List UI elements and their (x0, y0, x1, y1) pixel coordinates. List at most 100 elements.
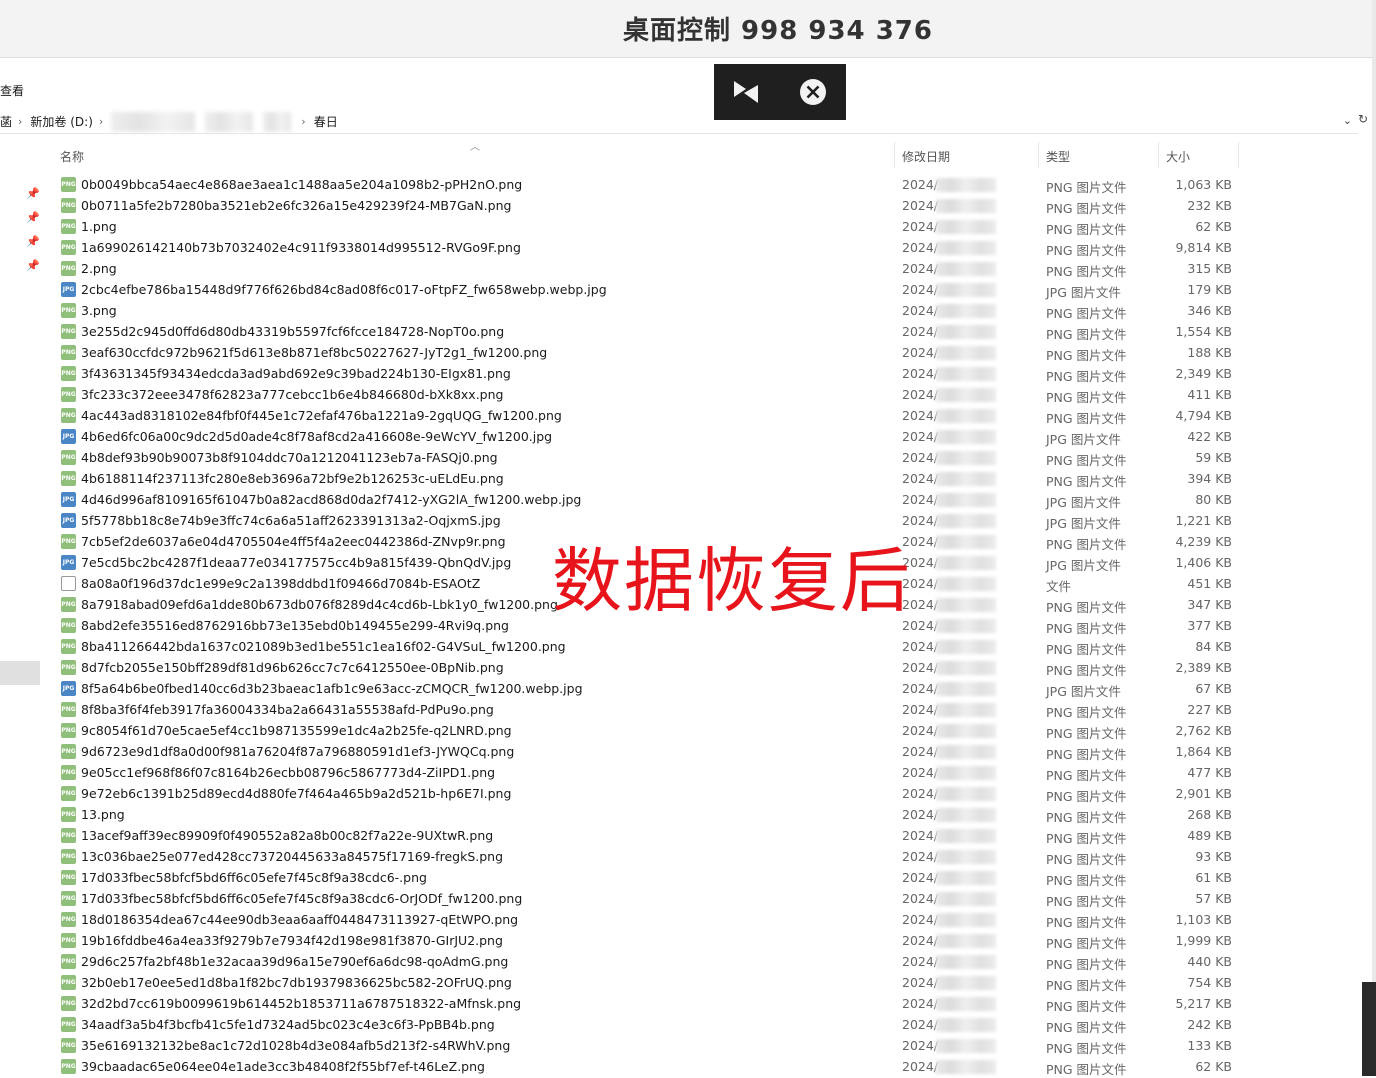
file-row[interactable]: PNG 32b0eb17e0ee5ed1d8ba1f82bc7db19379836… (44, 972, 1244, 993)
file-row[interactable]: JPG 4d46d996af8109165f61047b0a82acd868d0d… (44, 489, 1244, 510)
file-name: 8f8ba3f6f4feb3917fa36004334ba2a66431a555… (81, 702, 494, 717)
redacted-date (936, 1018, 996, 1032)
file-type: PNG 图片文件 (1046, 663, 1127, 678)
chevron-down-icon[interactable]: ⌄ (1343, 114, 1352, 127)
column-name[interactable]: 名称 (60, 148, 84, 165)
file-row[interactable]: JPG 4b6ed6fc06a00c9dc2d5d0ade4c8f78af8cd2… (44, 426, 1244, 447)
redacted-date (936, 283, 996, 297)
file-row[interactable]: PNG 9d6723e9d1df8a0d00f981a76204f87a79688… (44, 741, 1244, 762)
file-row[interactable]: PNG 8ba411266442bda1637c021089b3ed1be551c… (44, 636, 1244, 657)
file-row[interactable]: PNG 3e255d2c945d0ffd6d80db43319b5597fcf6f… (44, 321, 1244, 342)
file-name: 3f43631345f93434edcda3ad9abd692e9c39bad2… (81, 366, 511, 381)
file-row[interactable]: PNG 3.png 2024/PNG 图片文件 346 KB (44, 300, 1244, 321)
redacted-date (936, 1060, 996, 1074)
redacted-date (936, 367, 996, 381)
file-type: PNG 图片文件 (1046, 726, 1127, 741)
redacted-date (936, 199, 996, 213)
file-row[interactable]: PNG 9e72eb6c1391b25d89ecd4d880fe7f464a465… (44, 783, 1244, 804)
file-row[interactable]: PNG 8f8ba3f6f4feb3917fa36004334ba2a66431a… (44, 699, 1244, 720)
redacted-date (936, 682, 996, 696)
file-row[interactable]: PNG 0b0711a5fe2b7280ba3521eb2e6fc326a15e4… (44, 195, 1244, 216)
redacted-date (936, 787, 996, 801)
file-size: 346 KB (1187, 303, 1232, 318)
file-row[interactable]: PNG 1a699026142140b73b7032402e4c911f93380… (44, 237, 1244, 258)
scrollbar-thumb[interactable] (1362, 982, 1376, 1076)
file-size: 451 KB (1187, 576, 1232, 591)
navigation-selected-item[interactable] (0, 661, 40, 685)
file-type: PNG 图片文件 (1046, 936, 1127, 951)
file-row[interactable]: PNG 3eaf630ccfdc972b9621f5d613e8b871ef8bc… (44, 342, 1244, 363)
file-row[interactable]: PNG 9e05cc1ef968f86f07c8164b26ecbb08796c5… (44, 762, 1244, 783)
redacted-date (936, 913, 996, 927)
column-date[interactable]: 修改日期 (902, 148, 950, 165)
file-row[interactable]: PNG 35e6169132132be8ac1c72d1028b4d3e084af… (44, 1035, 1244, 1056)
file-type: PNG 图片文件 (1046, 348, 1127, 363)
file-row[interactable]: PNG 19b16fddbe46a4ea33f9279b7e7934f42d198… (44, 930, 1244, 951)
file-row[interactable]: PNG 3fc233c372eee3478f62823a777cebcc1b6e4… (44, 384, 1244, 405)
png-file-icon: PNG (61, 1059, 76, 1074)
column-divider[interactable] (1238, 142, 1239, 168)
file-row[interactable]: PNG 17d033fbec58bfcf5bd6ff6c05efe7f45c8f9… (44, 888, 1244, 909)
file-size: 1,554 KB (1175, 324, 1232, 339)
file-row[interactable]: PNG 29d6c257fa2bf48b1e32acaa39d96a15e790e… (44, 951, 1244, 972)
redacted-date (936, 430, 996, 444)
file-type: PNG 图片文件 (1046, 768, 1127, 783)
column-divider[interactable] (1158, 142, 1159, 168)
png-file-icon: PNG (61, 702, 76, 717)
file-row[interactable]: PNG 32d2bd7cc619b0099619b614452b1853711a6… (44, 993, 1244, 1014)
redacted-date (936, 409, 996, 423)
breadcrumb-drive[interactable]: 新加卷 (D:) (30, 113, 92, 130)
file-row[interactable]: JPG 8f5a64b6be0fbed140cc6d3b23baeac1afb1c… (44, 678, 1244, 699)
file-size: 347 KB (1187, 597, 1232, 612)
address-bar[interactable]: 菡 › 新加卷 (D:) › › 春日 ⌄ (0, 110, 1358, 134)
file-name: 13acef9aff39ec89909f0f490552a82a8b00c82f… (81, 828, 494, 843)
file-row[interactable]: PNG 0b0049bbca54aec4e868ae3aea1c1488aa5e2… (44, 174, 1244, 195)
menu-view[interactable]: 查看 (0, 84, 24, 98)
file-row[interactable]: PNG 17d033fbec58bfcf5bd6ff6c05efe7f45c8f9… (44, 867, 1244, 888)
file-row[interactable]: PNG 1.png 2024/PNG 图片文件 62 KB (44, 216, 1244, 237)
file-row[interactable]: PNG 13c036bae25e077ed428cc73720445633a845… (44, 846, 1244, 867)
file-size: 477 KB (1187, 765, 1232, 780)
file-row[interactable]: PNG 18d0186354dea67c44ee90db3eaa6aaff0448… (44, 909, 1244, 930)
file-row[interactable]: PNG 4ac443ad8318102e84fbf0f445e1c72efaf47… (44, 405, 1244, 426)
file-date: 2024/ (902, 261, 939, 276)
file-name: 4b6ed6fc06a00c9dc2d5d0ade4c8f78af8cd2a41… (81, 429, 553, 444)
file-type: JPG 图片文件 (1046, 432, 1121, 447)
png-file-icon: PNG (61, 744, 76, 759)
close-toolbar-button[interactable] (793, 72, 833, 112)
file-row[interactable]: PNG 13.png 2024/PNG 图片文件 268 KB (44, 804, 1244, 825)
file-row[interactable]: JPG 2cbc4efbe786ba15448d9f776f626bd84c8ad… (44, 279, 1244, 300)
column-divider[interactable] (1038, 142, 1039, 168)
refresh-icon[interactable]: ↻ (1358, 112, 1376, 132)
breadcrumb-prefix[interactable]: 菡 (0, 113, 12, 130)
collapse-toolbar-button[interactable] (727, 72, 767, 112)
file-row[interactable]: PNG 4b6188114f237113fc280e8eb3696a72bf9e2… (44, 468, 1244, 489)
file-row[interactable]: PNG 39cbaadac65e064ee04e1ade3cc3b48408f2f… (44, 1056, 1244, 1077)
file-size: 1,999 KB (1175, 933, 1232, 948)
file-row[interactable]: PNG 2.png 2024/PNG 图片文件 315 KB (44, 258, 1244, 279)
png-file-icon: PNG (61, 597, 76, 612)
file-row[interactable]: PNG 34aadf3a5b4f3bcfb41c5fe1d7324ad5bc023… (44, 1014, 1244, 1035)
file-name: 35e6169132132be8ac1c72d1028b4d3e084afb5d… (81, 1038, 511, 1053)
file-date: 2024/ (902, 450, 939, 465)
redacted-date (936, 577, 996, 591)
column-type[interactable]: 类型 (1046, 148, 1070, 165)
overlay-caption: 数据恢复后 (552, 540, 912, 622)
png-file-icon: PNG (61, 345, 76, 360)
file-type: PNG 图片文件 (1046, 411, 1127, 426)
file-date: 2024/ (902, 282, 939, 297)
jpg-file-icon: JPG (61, 681, 76, 696)
file-row[interactable]: PNG 4b8def93b90b90073b8f9104ddc70a1212041… (44, 447, 1244, 468)
column-divider[interactable] (894, 142, 895, 168)
file-name: 0b0049bbca54aec4e868ae3aea1c1488aa5e204a… (81, 177, 523, 192)
file-date: 2024/ (902, 387, 939, 402)
file-row[interactable]: PNG 8d7fcb2055e150bff289df81d96b626cc7c7c… (44, 657, 1244, 678)
file-row[interactable]: PNG 9c8054f61d70e5cae5ef4cc1b987135599e1d… (44, 720, 1244, 741)
column-size[interactable]: 大小 (1166, 148, 1190, 165)
redacted-date (936, 892, 996, 906)
file-row[interactable]: PNG 13acef9aff39ec89909f0f490552a82a8b00c… (44, 825, 1244, 846)
breadcrumb-folder[interactable]: 春日 (314, 113, 338, 130)
file-name: 17d033fbec58bfcf5bd6ff6c05efe7f45c8f9a38… (81, 870, 427, 885)
file-size: 1,864 KB (1175, 744, 1232, 759)
file-row[interactable]: PNG 3f43631345f93434edcda3ad9abd692e9c39b… (44, 363, 1244, 384)
